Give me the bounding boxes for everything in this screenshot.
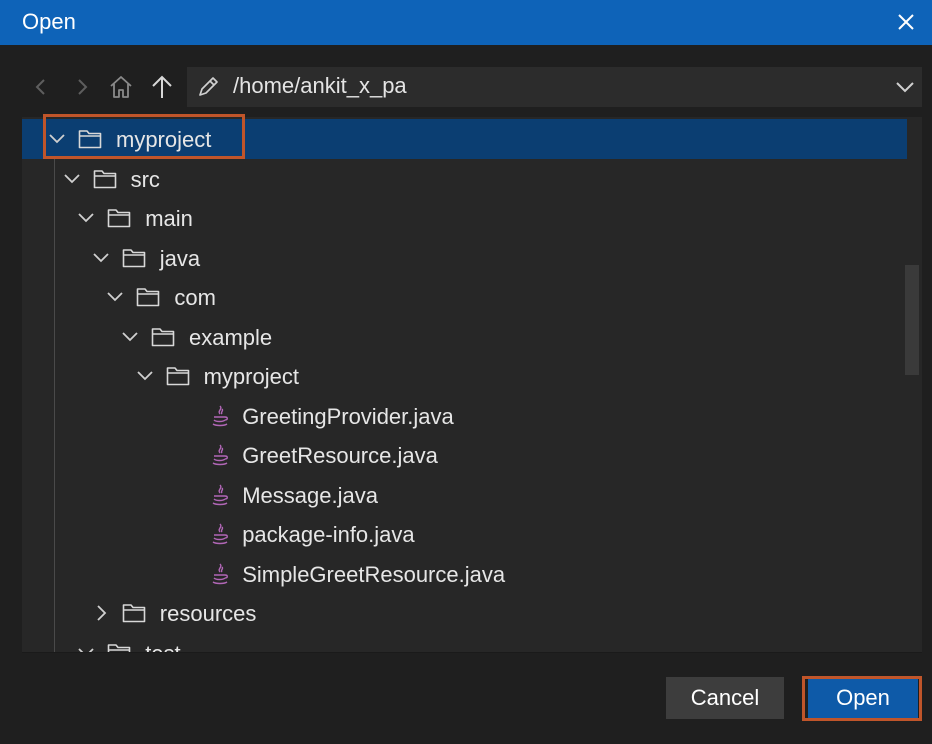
chevron-down-icon[interactable] bbox=[119, 326, 141, 348]
dialog-footer: Cancel Open bbox=[0, 653, 932, 744]
folder-icon bbox=[151, 326, 175, 348]
tree-file-row[interactable]: package-info.java bbox=[22, 514, 907, 554]
folder-icon bbox=[78, 128, 102, 150]
java-file-icon bbox=[210, 404, 230, 428]
chevron-down-icon[interactable] bbox=[90, 247, 112, 269]
chevron-down-icon[interactable] bbox=[104, 286, 126, 308]
close-button[interactable] bbox=[892, 8, 920, 36]
tree-item-label: com bbox=[174, 285, 216, 310]
forward-button[interactable] bbox=[67, 72, 97, 102]
chevron-left-icon bbox=[35, 79, 45, 95]
path-input[interactable]: /home/ankit_x_pa bbox=[187, 67, 922, 107]
tree-file-row[interactable]: Message.java bbox=[22, 475, 907, 515]
chevron-down-icon[interactable] bbox=[46, 128, 68, 150]
home-button[interactable] bbox=[106, 72, 136, 102]
dialog-titlebar: Open bbox=[0, 0, 932, 45]
arrow-up-icon bbox=[152, 75, 172, 98]
home-icon bbox=[110, 76, 132, 98]
java-file-icon bbox=[210, 443, 230, 467]
tree-file-row[interactable]: GreetingProvider.java bbox=[22, 396, 907, 436]
path-text: /home/ankit_x_pa bbox=[233, 73, 407, 98]
tree-item-label: java bbox=[159, 245, 201, 271]
scrollbar[interactable] bbox=[905, 265, 919, 375]
chevron-down-icon[interactable] bbox=[894, 76, 916, 98]
dialog-title: Open bbox=[22, 9, 76, 34]
java-file-icon bbox=[210, 522, 230, 546]
tree-item-label: package-info.java bbox=[242, 522, 415, 547]
folder-icon bbox=[166, 365, 190, 387]
chevron-down-icon[interactable] bbox=[75, 642, 97, 652]
tree-item-label: myproject bbox=[116, 127, 212, 152]
java-file-icon bbox=[210, 483, 230, 507]
tree-item-label: GreetResource.java bbox=[242, 443, 438, 468]
tree-item-label: resources bbox=[159, 601, 257, 626]
navigation-bar: /home/ankit_x_pa bbox=[0, 45, 932, 117]
tree-item-label: myproject bbox=[203, 364, 299, 389]
back-button[interactable] bbox=[26, 72, 56, 102]
folder-icon bbox=[122, 247, 146, 269]
tree-file-row[interactable]: GreetResource.java bbox=[22, 435, 907, 475]
tree-item-label: src bbox=[130, 166, 160, 192]
up-button[interactable] bbox=[147, 72, 177, 102]
tree-folder-row[interactable]: src bbox=[22, 159, 907, 199]
folder-icon bbox=[107, 642, 131, 652]
tree-folder-row[interactable]: java bbox=[22, 238, 907, 278]
java-file-icon bbox=[210, 562, 230, 586]
open-button[interactable]: Open bbox=[808, 677, 918, 719]
tree-folder-row[interactable]: resources bbox=[22, 593, 907, 633]
folder-icon bbox=[107, 207, 131, 229]
chevron-down-icon[interactable] bbox=[75, 207, 97, 229]
tree-file-row[interactable]: SimpleGreetResource.java bbox=[22, 554, 907, 594]
tree-item-label: Message.java bbox=[242, 482, 378, 508]
chevron-down-icon[interactable] bbox=[61, 168, 83, 190]
cancel-button[interactable]: Cancel bbox=[666, 677, 784, 719]
tree-item-label: main bbox=[145, 206, 193, 231]
close-icon bbox=[898, 14, 914, 30]
tree-item-label: SimpleGreetResource.java bbox=[242, 561, 506, 587]
chevron-down-icon[interactable] bbox=[134, 365, 156, 387]
file-tree[interactable]: myproject src main java com example myproject G… bbox=[22, 117, 922, 653]
tree-folder-row[interactable]: example bbox=[22, 317, 907, 357]
tree-item-label: GreetingProvider.java bbox=[242, 403, 454, 429]
tree-folder-row[interactable]: myproject bbox=[22, 356, 907, 396]
tree-item-label: example bbox=[189, 324, 273, 350]
chevron-right-icon bbox=[78, 79, 88, 95]
tree-item-label: test bbox=[145, 640, 181, 653]
folder-icon bbox=[136, 286, 160, 308]
tree-folder-row[interactable]: com bbox=[22, 277, 907, 317]
pencil-icon bbox=[199, 77, 218, 96]
folder-icon bbox=[93, 168, 117, 190]
tree-folder-row[interactable]: main bbox=[22, 198, 907, 238]
chevron-right-icon[interactable] bbox=[90, 602, 112, 624]
tree-folder-row[interactable]: test bbox=[22, 633, 907, 653]
folder-icon bbox=[122, 602, 146, 624]
tree-folder-row[interactable]: myproject bbox=[22, 119, 907, 159]
